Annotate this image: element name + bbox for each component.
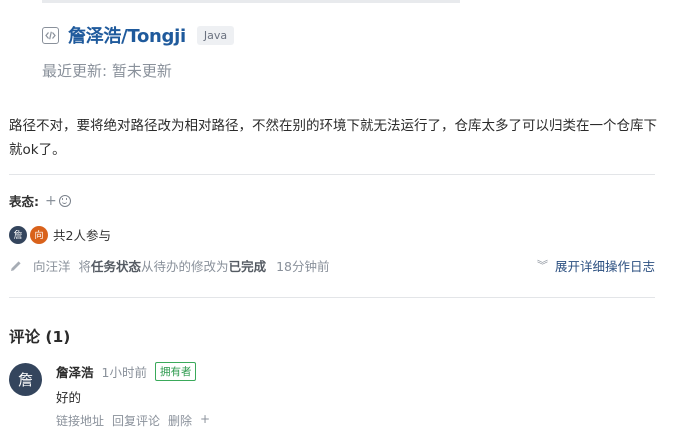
double-chevron-down-icon: ︾ bbox=[536, 258, 548, 272]
comment-author[interactable]: 詹泽浩 bbox=[56, 362, 94, 381]
divider bbox=[9, 297, 655, 298]
top-divider bbox=[42, 0, 460, 3]
expand-log-button[interactable]: ︾ 展开详细操作日志 bbox=[537, 256, 655, 275]
add-reaction-button[interactable]: + bbox=[200, 412, 210, 429]
comment-time: 1小时前 bbox=[101, 365, 147, 380]
activity-prefix: 将 bbox=[78, 259, 92, 274]
activity-time: 18分钟前 bbox=[276, 259, 330, 274]
add-reaction-button[interactable]: + bbox=[45, 193, 71, 209]
smile-icon bbox=[58, 194, 71, 207]
last-updated: 最近更新: 暂未更新 bbox=[42, 62, 172, 80]
activity-actor[interactable]: 向汪洋 bbox=[33, 256, 71, 275]
language-badge: Java bbox=[196, 25, 235, 45]
expand-log-label: 展开详细操作日志 bbox=[554, 259, 655, 274]
comments-title: 评论 (1) bbox=[9, 328, 71, 346]
activity-field: 任务状态 bbox=[91, 259, 142, 274]
repo-card: 詹泽浩/Tongji Java bbox=[42, 22, 235, 48]
activity-middle: 从待办的修改为 bbox=[141, 259, 229, 274]
comment-body: 好的 bbox=[56, 390, 82, 405]
comment-actions: 链接地址 回复评论 删除 + bbox=[56, 412, 218, 429]
avatar[interactable]: 詹 bbox=[9, 225, 27, 244]
avatar[interactable]: 向 bbox=[30, 225, 48, 244]
comment-header: 詹泽浩 1小时前 拥有者 bbox=[56, 362, 197, 381]
pencil-icon bbox=[11, 260, 21, 271]
reactions-label: 表态: bbox=[9, 194, 39, 209]
reply-button[interactable]: 回复评论 bbox=[112, 412, 160, 429]
issue-description: 路径不对，要将绝对路径改为相对路径，不然在别的环境下就无法运行了，仓库太多了可以… bbox=[9, 118, 657, 158]
participants: 詹 向 共2人参与 bbox=[9, 225, 111, 244]
divider bbox=[9, 174, 655, 175]
code-icon bbox=[42, 26, 59, 44]
repo-name-link[interactable]: 詹泽浩/Tongji bbox=[68, 22, 186, 48]
owner-badge: 拥有者 bbox=[154, 362, 197, 381]
plus-icon: + bbox=[45, 192, 57, 209]
copy-link-button[interactable]: 链接地址 bbox=[56, 412, 104, 429]
participants-count: 共2人参与 bbox=[53, 228, 111, 243]
comment-avatar[interactable]: 詹 bbox=[9, 363, 42, 396]
activity-log-entry: 向汪洋 将 任务状态 从待办的修改为 已完成 18分钟前 ︾ 展开详细操作日志 bbox=[9, 256, 655, 275]
delete-button[interactable]: 删除 bbox=[168, 412, 192, 429]
activity-value: 已完成 bbox=[228, 259, 267, 274]
reactions-bar: 表态: + bbox=[9, 191, 71, 210]
